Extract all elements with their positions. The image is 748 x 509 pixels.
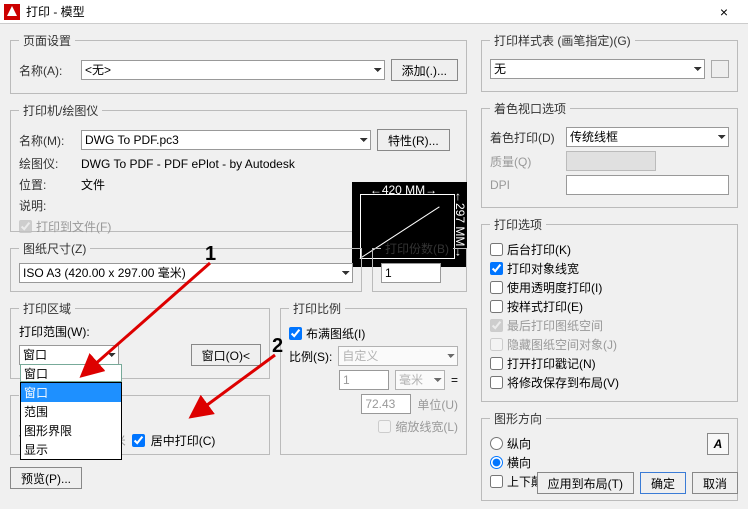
ok-button[interactable]: 确定 xyxy=(640,472,686,494)
scale-group: 打印比例 布满图纸(I) 比例(S): 自定义 毫米 = 单位(U) xyxy=(280,300,467,455)
page-setup-add-button[interactable]: 添加(.)... xyxy=(391,59,458,81)
page-setup-group: 页面设置 名称(A): <无> 添加(.)... xyxy=(10,32,467,94)
print-to-file-label: 打印到文件(F) xyxy=(36,218,111,235)
scale-lineweight-checkbox xyxy=(378,420,391,433)
opt-lineweight-checkbox[interactable] xyxy=(490,262,503,275)
dropdown-option-window[interactable]: 窗口 xyxy=(21,383,121,402)
dropdown-selected: 窗口 xyxy=(24,365,48,382)
fit-to-paper-label: 布满图纸(I) xyxy=(306,325,365,342)
location-label: 位置: xyxy=(19,176,75,193)
print-options-group: 打印选项 后台打印(K) 打印对象线宽 使用透明度打印(I) 按样式打印(E) … xyxy=(481,216,738,402)
print-area-legend: 打印区域 xyxy=(19,300,75,317)
opt-paperspace-last-checkbox xyxy=(490,319,503,332)
opt-stamp-label: 打开打印戳记(N) xyxy=(507,355,596,372)
location-value: 文件 xyxy=(81,176,105,193)
scale-select: 自定义 xyxy=(338,346,458,366)
fit-to-paper-checkbox[interactable] xyxy=(289,327,302,340)
dpi-label: DPI xyxy=(490,178,560,192)
landscape-label: 横向 xyxy=(507,454,531,471)
opt-stamp-checkbox[interactable] xyxy=(490,357,503,370)
printer-properties-button[interactable]: 特性(R)... xyxy=(377,129,450,151)
shade-print-label: 着色打印(D) xyxy=(490,129,560,146)
opt-background-checkbox[interactable] xyxy=(490,243,503,256)
printer-name-label: 名称(M): xyxy=(19,132,75,149)
center-print-checkbox[interactable] xyxy=(132,434,145,447)
print-to-file-checkbox xyxy=(19,220,32,233)
print-options-legend: 打印选项 xyxy=(490,216,546,233)
close-icon[interactable]: × xyxy=(704,4,744,20)
dropdown-option-limits[interactable]: 图形界限 xyxy=(21,421,121,440)
dropdown-option-display[interactable]: 显示 xyxy=(21,440,121,459)
copies-input[interactable] xyxy=(381,263,441,283)
paper-size-legend: 图纸尺寸(Z) xyxy=(19,240,90,257)
dpi-input xyxy=(566,175,729,195)
page-setup-name-label: 名称(A): xyxy=(19,62,75,79)
opt-hide-objects-label: 隐藏图纸空间对象(J) xyxy=(507,336,617,353)
shaded-legend: 着色视口选项 xyxy=(490,100,570,117)
opt-paperspace-last-label: 最后打印图纸空间 xyxy=(507,317,603,334)
scale-label: 比例(S): xyxy=(289,348,332,365)
scale-unit-select: 毫米 xyxy=(395,370,445,390)
printer-name-select[interactable]: DWG To PDF.pc3 xyxy=(81,130,371,150)
window-title: 打印 - 模型 xyxy=(26,3,704,20)
style-table-legend: 打印样式表 (画笔指定)(G) xyxy=(490,32,635,49)
description-label: 说明: xyxy=(19,197,75,214)
opt-transparency-label: 使用透明度打印(I) xyxy=(507,279,602,296)
page-setup-name-select[interactable]: <无> xyxy=(81,60,385,80)
cancel-button[interactable]: 取消 xyxy=(692,472,738,494)
opt-hide-objects-checkbox xyxy=(490,338,503,351)
opt-bystyle-label: 按样式打印(E) xyxy=(507,298,583,315)
style-table-edit-icon[interactable] xyxy=(711,60,729,78)
scale-den-input xyxy=(361,394,411,414)
orientation-legend: 图形方向 xyxy=(490,410,546,427)
center-print-label: 居中打印(C) xyxy=(151,432,216,449)
style-table-group: 打印样式表 (画笔指定)(G) 无 xyxy=(481,32,738,92)
print-range-dropdown-open[interactable]: 窗口 窗口 范围 图形界限 显示 xyxy=(20,364,122,460)
opt-bystyle-checkbox[interactable] xyxy=(490,300,503,313)
portrait-radio[interactable] xyxy=(490,437,503,450)
preview-button[interactable]: 预览(P)... xyxy=(10,467,82,489)
portrait-label: 纵向 xyxy=(507,435,531,452)
arrow-two-icon xyxy=(195,350,280,418)
shade-print-select[interactable]: 传统线框 xyxy=(566,127,729,147)
apply-layout-button[interactable]: 应用到布局(T) xyxy=(537,472,634,494)
upside-down-checkbox[interactable] xyxy=(490,475,503,488)
printer-legend: 打印机/绘图仪 xyxy=(19,102,102,119)
landscape-radio[interactable] xyxy=(490,456,503,469)
page-setup-legend: 页面设置 xyxy=(19,32,75,49)
app-logo-icon xyxy=(4,4,20,20)
quality-select xyxy=(566,151,656,171)
quality-label: 质量(Q) xyxy=(490,153,560,170)
scale-legend: 打印比例 xyxy=(289,300,345,317)
opt-save-layout-checkbox[interactable] xyxy=(490,376,503,389)
plotter-value: DWG To PDF - PDF ePlot - by Autodesk xyxy=(81,157,295,171)
equals-sign: = xyxy=(451,373,458,387)
scale-lineweight-label: 缩放线宽(L) xyxy=(395,418,458,435)
scale-num-input xyxy=(339,370,389,390)
copies-legend: 打印份数(B) xyxy=(381,240,453,257)
dropdown-option-extents[interactable]: 范围 xyxy=(21,402,121,421)
style-table-select[interactable]: 无 xyxy=(490,59,705,79)
opt-transparency-checkbox[interactable] xyxy=(490,281,503,294)
orientation-preview-icon: A xyxy=(707,433,729,455)
copies-group: 打印份数(B) xyxy=(372,240,467,292)
opt-lineweight-label: 打印对象线宽 xyxy=(507,260,579,277)
plotter-label: 绘图仪: xyxy=(19,155,75,172)
shaded-viewport-group: 着色视口选项 着色打印(D) 传统线框 质量(Q) DPI xyxy=(481,100,738,208)
opt-save-layout-label: 将修改保存到布局(V) xyxy=(507,374,619,391)
scale-den-unit: 单位(U) xyxy=(417,396,458,413)
opt-background-label: 后台打印(K) xyxy=(507,241,571,258)
